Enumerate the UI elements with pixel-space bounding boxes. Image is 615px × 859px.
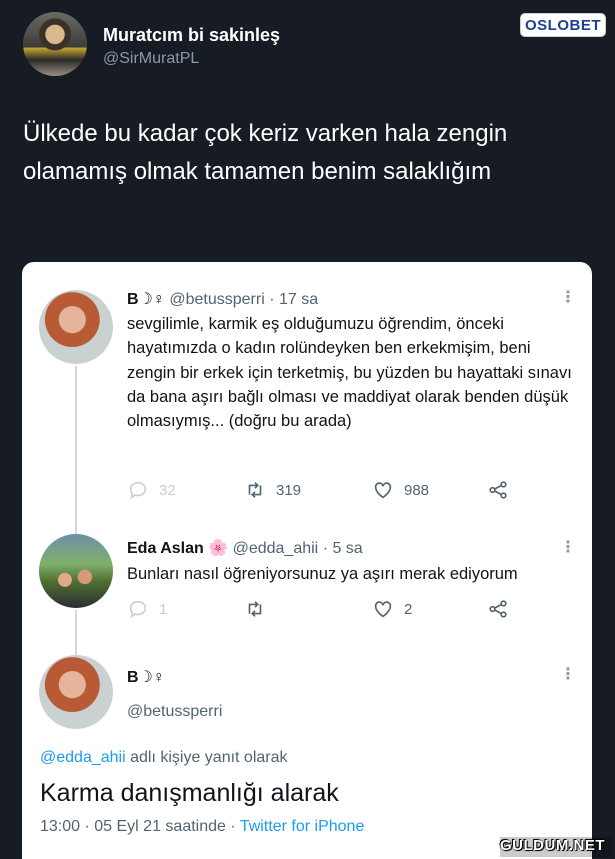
quoted-thread-card: B☽♀ @betussperri · 17 sa ⋮ sevgilimle, k… xyxy=(22,262,592,859)
brand-logo: OSLOBET xyxy=(520,13,606,37)
reply-button[interactable]: 1 xyxy=(127,598,167,620)
outer-avatar[interactable] xyxy=(23,12,87,76)
retweet-icon xyxy=(248,482,262,498)
heart-icon xyxy=(374,482,392,499)
tweet-actions: 32 319 988 xyxy=(127,479,567,507)
thread-line xyxy=(75,512,77,534)
author-handle[interactable]: @edda_ahii xyxy=(233,540,319,557)
reply-context-text: adlı kişiye yanıt olarak xyxy=(130,749,288,766)
thread-tweet-1: B☽♀ @betussperri · 17 sa ⋮ sevgilimle, k… xyxy=(22,262,592,512)
tweet-text: sevgilimle, karmik eş olduğumuzu öğrendi… xyxy=(127,315,572,431)
focused-tweet-text: Karma danışmanlığı alarak xyxy=(40,779,339,807)
like-count: 988 xyxy=(404,481,430,499)
more-options-icon[interactable]: ⋮ xyxy=(560,287,576,307)
thread-line xyxy=(75,610,77,637)
reply-button[interactable]: 32 xyxy=(127,479,176,501)
tweet-header: Eda Aslan 🌸 @edda_ahii · 5 sa xyxy=(127,538,363,558)
tweet-source-link[interactable]: Twitter for iPhone xyxy=(240,818,365,835)
retweet-button[interactable] xyxy=(244,598,266,620)
reply-mention-link[interactable]: @edda_ahii xyxy=(40,749,126,766)
avatar[interactable] xyxy=(39,655,113,729)
reply-icon xyxy=(129,600,147,619)
author-name[interactable]: B☽♀ xyxy=(127,669,165,686)
thread-line xyxy=(75,366,77,512)
tweet-header: B☽♀ @betussperri · 17 sa xyxy=(127,289,318,309)
author-name[interactable]: B☽♀ xyxy=(127,291,165,308)
share-icon xyxy=(489,600,507,618)
heart-icon xyxy=(374,601,392,618)
tweet-header: B☽♀ xyxy=(127,667,165,687)
author-handle[interactable]: @betussperri xyxy=(169,291,264,308)
thread-line xyxy=(75,637,77,655)
reply-count: 1 xyxy=(159,600,168,618)
avatar[interactable] xyxy=(39,534,113,608)
reply-context: @edda_ahii adlı kişiye yanıt olarak xyxy=(40,749,288,767)
tweet-time: · 17 sa xyxy=(269,291,319,308)
tweet-time: · 5 sa xyxy=(322,540,363,557)
tweet-timestamp[interactable]: 13:00 · 05 Eyl 21 saatinde · xyxy=(40,818,236,835)
share-button[interactable] xyxy=(487,479,509,501)
share-icon xyxy=(489,481,507,499)
like-button[interactable]: 988 xyxy=(372,479,429,501)
outer-tweet-header: Muratcım bi sakinleş @SirMuratPL OSLOBET xyxy=(0,0,615,100)
author-name[interactable]: Eda Aslan xyxy=(127,540,204,557)
like-button[interactable]: 2 xyxy=(372,598,412,620)
tweet-handle-row: @betussperri xyxy=(127,703,222,721)
avatar[interactable] xyxy=(39,290,113,364)
flower-emoji-icon: 🌸 xyxy=(208,540,229,557)
more-options-icon[interactable]: ⋮ xyxy=(560,537,576,557)
reply-icon xyxy=(129,481,147,500)
thread-tweet-2: Eda Aslan 🌸 @edda_ahii · 5 sa ⋮ Bunları … xyxy=(22,512,592,637)
retweet-icon xyxy=(248,601,262,617)
reply-count: 32 xyxy=(159,481,176,499)
tweet-text: Bunları nasıl öğreniyorsunuz ya aşırı me… xyxy=(127,565,518,583)
tweet-meta: 13:00 · 05 Eyl 21 saatinde · Twitter for… xyxy=(40,818,364,836)
retweet-button[interactable]: 319 xyxy=(244,479,301,501)
more-options-icon[interactable]: ⋮ xyxy=(560,664,576,684)
outer-tweet-text: Ülkede bu kadar çok keriz varken hala ze… xyxy=(23,120,508,185)
share-button[interactable] xyxy=(487,598,509,620)
watermark: GULDUM.NET xyxy=(500,837,612,857)
outer-author-name[interactable]: Muratcım bi sakinleş xyxy=(103,25,280,46)
author-handle[interactable]: @betussperri xyxy=(127,703,222,720)
outer-author-handle[interactable]: @SirMuratPL xyxy=(103,50,199,68)
retweet-count: 319 xyxy=(276,481,302,499)
like-count: 2 xyxy=(404,600,413,618)
tweet-actions: 1 2 xyxy=(127,598,567,626)
